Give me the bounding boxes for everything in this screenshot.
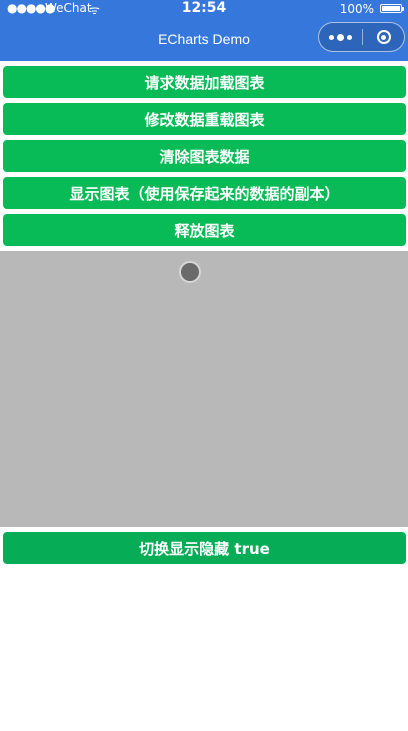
release-chart-button[interactable]: 释放图表: [3, 214, 406, 246]
load-chart-button[interactable]: 请求数据加载图表: [3, 66, 406, 98]
modify-reload-button[interactable]: 修改数据重载图表: [3, 103, 406, 135]
mini-program-capsule: [318, 22, 405, 52]
close-target-icon: [376, 30, 391, 44]
battery-icon: [380, 4, 404, 13]
close-button[interactable]: [363, 23, 404, 51]
loading-spinner-icon: [179, 261, 201, 283]
chart-container: [0, 251, 408, 527]
more-menu-button[interactable]: [319, 23, 362, 51]
battery-percent: 100%: [339, 2, 374, 16]
navigation-bar: ●●●●● WeChat ᯤ 12:54 100% ECharts Demo: [0, 0, 408, 61]
more-dot-icon: [337, 33, 344, 41]
toggle-visibility-button[interactable]: 切换显示隐藏 true: [3, 532, 406, 564]
clear-data-button[interactable]: 清除图表数据: [3, 140, 406, 172]
more-dot-icon: [347, 34, 352, 40]
show-copy-button[interactable]: 显示图表（使用保存起来的数据的副本）: [3, 177, 406, 209]
more-dot-icon: [329, 34, 334, 40]
status-bar: ●●●●● WeChat ᯤ 12:54 100%: [0, 0, 408, 18]
